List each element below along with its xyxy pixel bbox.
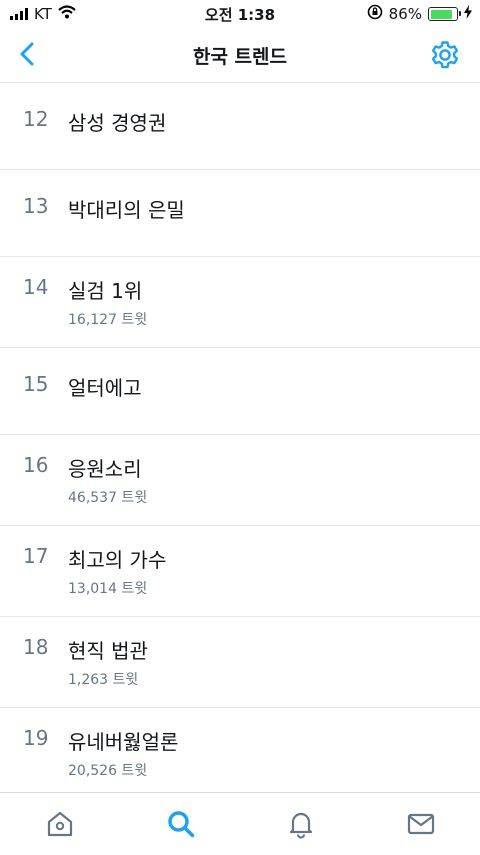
messages-icon: [407, 813, 435, 835]
trend-term: 유네버웛얼론: [68, 730, 179, 754]
status-right: 86%: [367, 4, 472, 24]
trend-rank: 15: [23, 372, 49, 396]
tab-messages[interactable]: [406, 809, 436, 839]
tab-notifications[interactable]: [286, 809, 316, 839]
tweet-count: 16,127 트윗: [68, 312, 148, 328]
notifications-icon: [289, 812, 313, 839]
battery-icon: [428, 7, 461, 21]
tab-bar: [0, 792, 480, 855]
tab-search[interactable]: [166, 809, 196, 839]
trend-rank: 18: [23, 635, 49, 659]
gear-icon: [431, 41, 459, 69]
trend-term: 얼터에고: [68, 376, 142, 400]
trend-term: 실검 1위: [68, 279, 143, 303]
battery-percent: 86%: [388, 5, 422, 23]
trend-rank: 13: [23, 194, 49, 218]
trend-term: 박대리의 은밀: [68, 198, 185, 222]
page-title: 한국 트렌드: [192, 46, 287, 68]
trend-rank: 17: [23, 544, 49, 568]
trend-row[interactable]: 16 응원소리 46,537 트윗: [0, 435, 480, 526]
trend-row[interactable]: 19 유네버웛얼론 20,526 트윗: [0, 708, 480, 799]
tweet-count: 13,014 트윗: [68, 581, 148, 597]
trend-rank: 14: [23, 275, 49, 299]
status-bar: KT 오전 1:38 86%: [0, 0, 480, 28]
trend-rank: 12: [23, 107, 49, 131]
navigation-bar: 한국 트렌드: [0, 28, 480, 83]
home-icon: [47, 811, 73, 837]
trend-row[interactable]: 13 박대리의 은밀: [0, 170, 480, 257]
trend-row[interactable]: 14 실검 1위 16,127 트윗: [0, 257, 480, 348]
trend-rank: 16: [23, 453, 49, 477]
trend-term: 응원소리: [68, 457, 142, 481]
trend-term: 현직 법관: [68, 639, 148, 663]
trend-row[interactable]: 12 삼성 경영권: [0, 83, 480, 170]
rotation-lock-icon: [367, 4, 383, 24]
tab-home[interactable]: [45, 809, 75, 839]
search-icon: [168, 811, 195, 838]
trends-list: 12 삼성 경영권 13 박대리의 은밀 14 실검 1위 16,127 트윗 …: [0, 83, 480, 799]
trend-rank: 19: [23, 726, 49, 750]
trend-row[interactable]: 17 최고의 가수 13,014 트윗: [0, 526, 480, 617]
charging-icon: [464, 5, 472, 23]
trend-row[interactable]: 18 현직 법관 1,263 트윗: [0, 617, 480, 708]
trend-term: 삼성 경영권: [68, 111, 167, 135]
trend-term: 최고의 가수: [68, 548, 167, 572]
settings-button[interactable]: [430, 40, 460, 70]
tweet-count: 1,263 트윗: [68, 672, 139, 688]
tweet-count: 20,526 트윗: [68, 763, 148, 779]
trend-row[interactable]: 15 얼터에고: [0, 348, 480, 435]
tweet-count: 46,537 트윗: [68, 490, 148, 506]
